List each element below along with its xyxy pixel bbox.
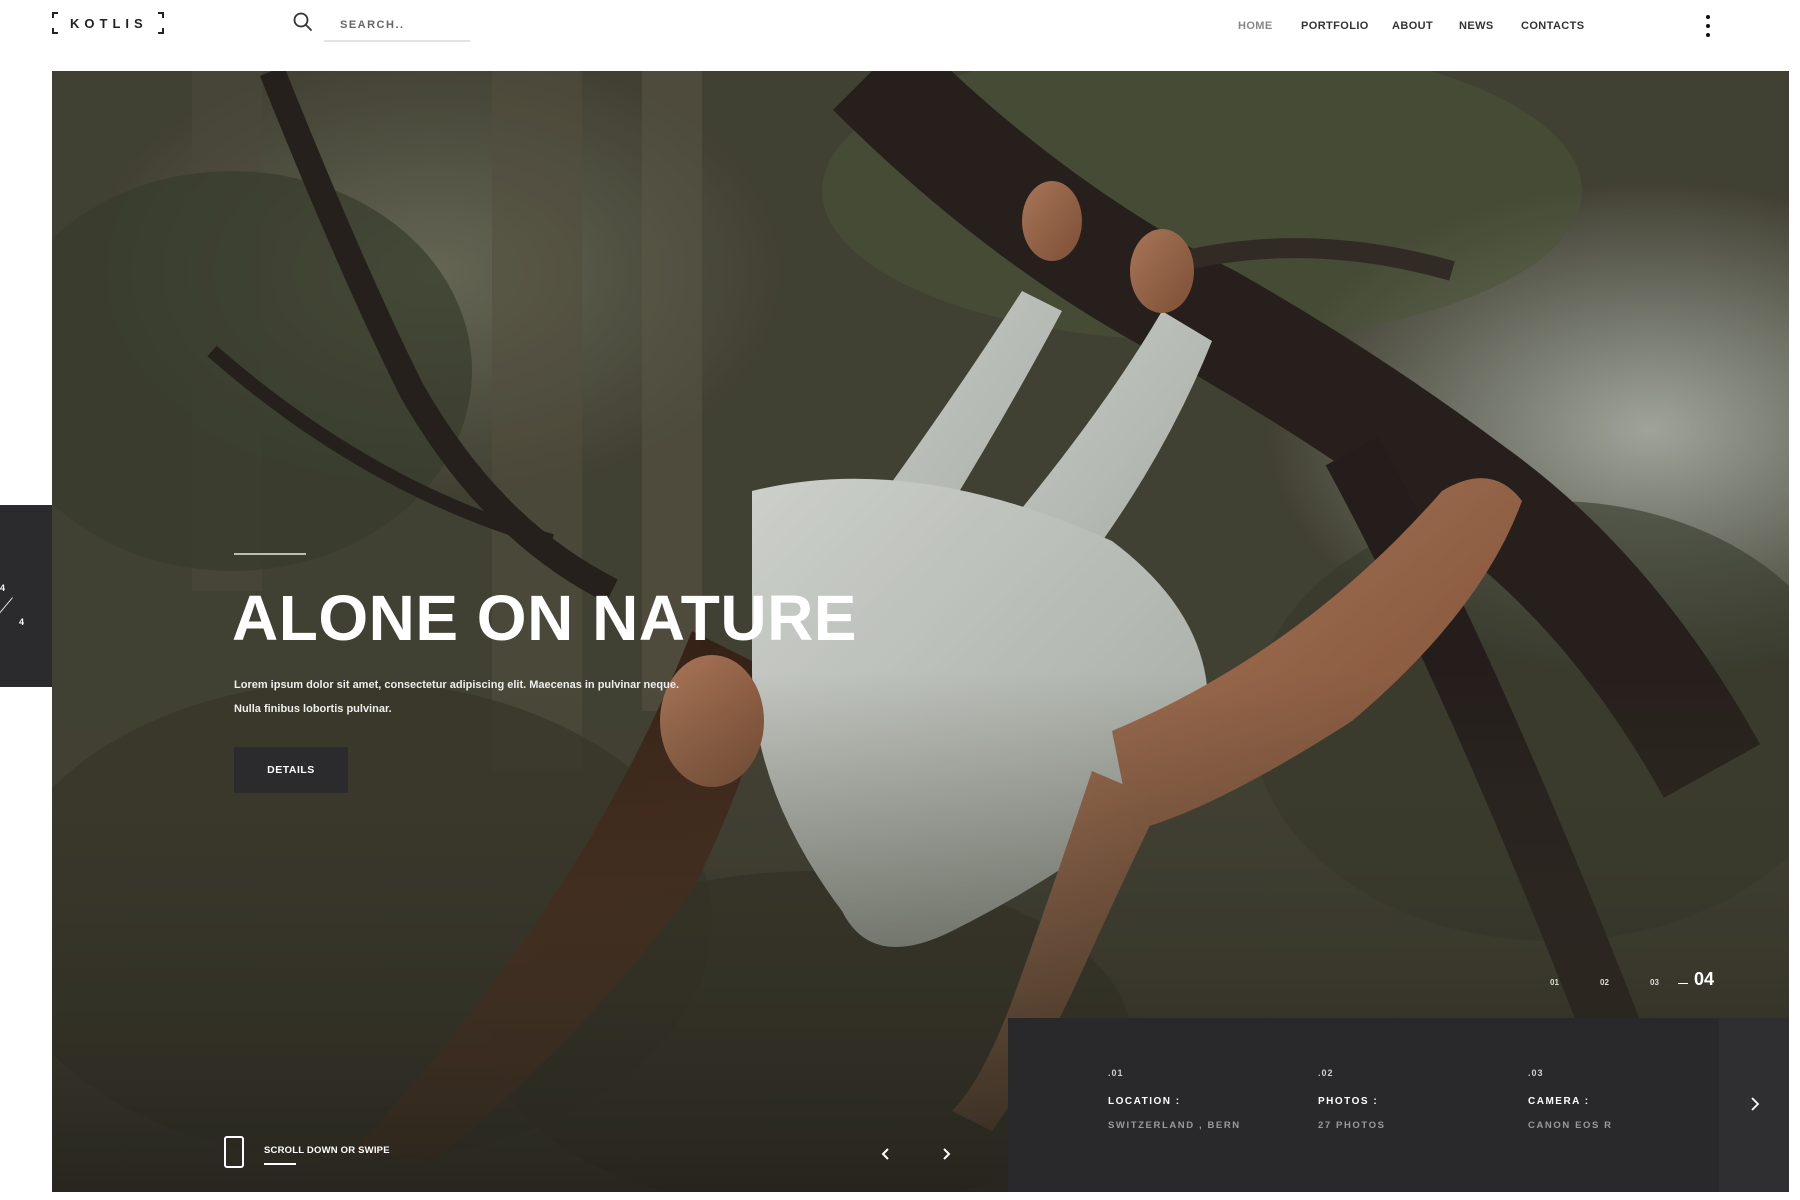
- hero-description: Lorem ipsum dolor sit amet, consectetur …: [234, 673, 704, 721]
- nav-news[interactable]: NEWS: [1459, 20, 1494, 32]
- slide-number-01[interactable]: 01: [1550, 978, 1559, 987]
- info-camera: .03 CAMERA : CANON EOS R: [1528, 1068, 1613, 1131]
- phone-icon: [224, 1136, 244, 1168]
- side-slide-counter: 4 4: [0, 505, 52, 687]
- chevron-right-icon: [1751, 1097, 1760, 1111]
- hero-slider: ALONE ON NATURE Lorem ipsum dolor sit am…: [52, 71, 1789, 1192]
- info-camera-value: CANON EOS R: [1528, 1120, 1613, 1131]
- info-location: .01 LOCATION : SWITZERLAND , BERN: [1108, 1068, 1241, 1131]
- info-photos-label: PHOTOS :: [1318, 1096, 1379, 1107]
- main-nav: HOME PORTFOLIO ABOUT NEWS CONTACTS: [0, 20, 1800, 36]
- nav-portfolio[interactable]: PORTFOLIO: [1301, 20, 1369, 32]
- info-photos-value: 27 PHOTOS: [1318, 1120, 1386, 1131]
- chevron-left-icon[interactable]: [876, 1144, 896, 1164]
- info-next-button[interactable]: [1719, 1018, 1789, 1192]
- info-camera-label: CAMERA :: [1528, 1096, 1590, 1107]
- info-location-value: SWITZERLAND , BERN: [1108, 1120, 1241, 1131]
- scroll-hint[interactable]: SCROLL DOWN OR SWIPE: [224, 1136, 404, 1172]
- nav-about[interactable]: ABOUT: [1392, 20, 1433, 32]
- scroll-hint-text: SCROLL DOWN OR SWIPE: [264, 1145, 390, 1156]
- info-panel: .01 LOCATION : SWITZERLAND , BERN .02 PH…: [1008, 1018, 1789, 1192]
- hero-title: ALONE ON NATURE: [232, 582, 857, 654]
- details-button[interactable]: DETAILS: [234, 747, 348, 793]
- info-location-number: .01: [1108, 1068, 1124, 1078]
- slide-number-03[interactable]: 03: [1650, 978, 1659, 987]
- info-location-label: LOCATION :: [1108, 1096, 1181, 1107]
- scroll-hint-underline: [264, 1163, 296, 1165]
- slide-pagination: 01 02 03 04: [1550, 969, 1770, 993]
- nav-home[interactable]: HOME: [1238, 20, 1273, 32]
- slide-number-current[interactable]: 04: [1694, 969, 1714, 990]
- side-counter-divider: [0, 597, 13, 615]
- logo-bracket-right: [158, 12, 164, 18]
- hero-description-line-2: Nulla finibus lobortis pulvinar.: [234, 703, 392, 715]
- side-current-slide: 4: [0, 583, 6, 593]
- hero-title-accent-line: [234, 553, 306, 555]
- chevron-right-icon[interactable]: [936, 1144, 956, 1164]
- nav-contacts[interactable]: CONTACTS: [1521, 20, 1585, 32]
- site-header: KOTLIS HOME PORTFOLIO ABOUT NEWS CONTACT…: [0, 0, 1800, 71]
- kebab-menu-icon[interactable]: [1700, 14, 1716, 40]
- hero-description-line-1: Lorem ipsum dolor sit amet, consectetur …: [234, 679, 679, 691]
- side-total-slides: 4: [19, 617, 25, 627]
- slide-number-02[interactable]: 02: [1600, 978, 1609, 987]
- info-photos: .02 PHOTOS : 27 PHOTOS: [1318, 1068, 1386, 1131]
- info-photos-number: .02: [1318, 1068, 1334, 1078]
- info-camera-number: .03: [1528, 1068, 1544, 1078]
- slide-current-dash: [1678, 983, 1688, 984]
